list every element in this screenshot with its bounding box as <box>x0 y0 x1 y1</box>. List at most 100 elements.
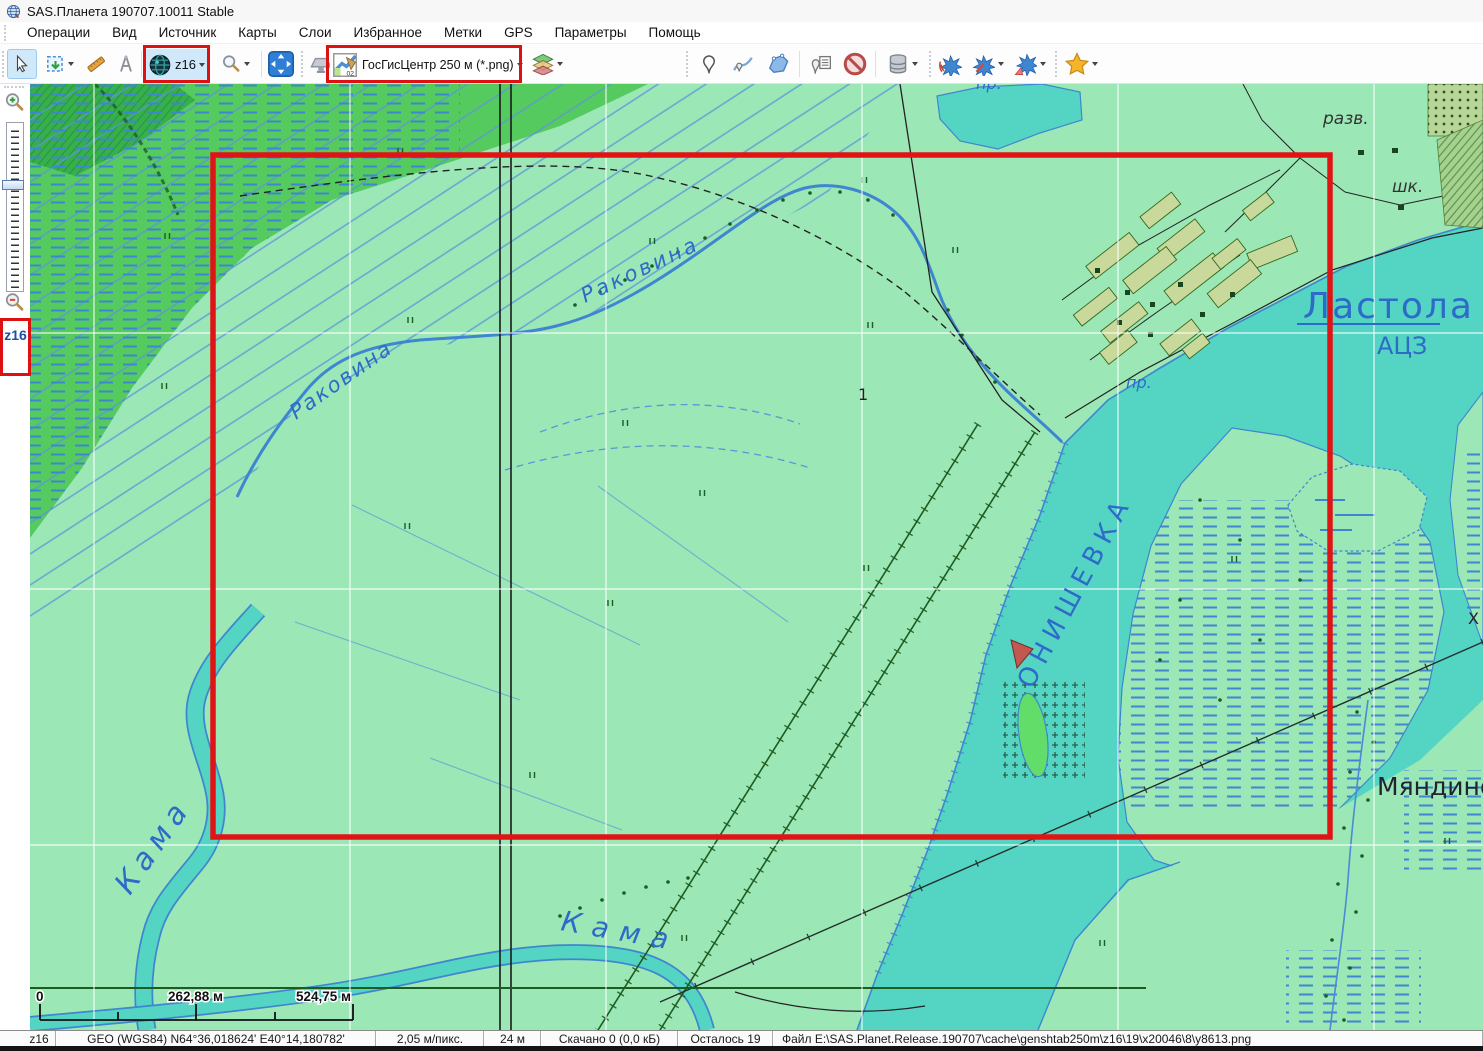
select-region-icon <box>46 55 65 74</box>
fullscreen-button[interactable] <box>266 49 296 79</box>
layers-dropdown-arrow[interactable] <box>557 62 563 66</box>
divider-compass-icon <box>116 54 136 74</box>
status-bar: z16 GEO (WGS84) N64°36,018624' E40°14,18… <box>0 1030 1483 1046</box>
workspace: z16 <box>0 84 1483 1030</box>
add-path-button[interactable] <box>728 49 758 79</box>
toolbar-separator <box>141 51 142 77</box>
gps-record-icon <box>939 53 962 76</box>
menu-grip <box>4 25 12 41</box>
map-view[interactable]: Раковина Раковина Кама Кама ОНИШЕВКА Лас… <box>30 84 1483 1030</box>
window-title: SAS.Планета 190707.10011 Stable <box>27 4 234 19</box>
favorites-star-icon <box>1065 52 1089 76</box>
add-placemark-button[interactable] <box>694 49 724 79</box>
toolbar-separator <box>1055 51 1057 77</box>
toolbar-separator <box>301 51 303 77</box>
toolbar-separator <box>875 51 876 77</box>
map-right-strip-marsh <box>1458 450 1480 610</box>
ruler-icon <box>86 54 106 74</box>
menu-parameters[interactable]: Параметры <box>544 23 638 42</box>
status-file-path: Файл E:\SAS.Planet.Release.190707\cache\… <box>773 1031 1483 1046</box>
label-one: 1 <box>858 385 868 404</box>
gps-track-icon <box>1014 53 1037 76</box>
scale-mid: 262,88 м <box>168 989 223 1004</box>
toolbar-separator <box>261 51 262 77</box>
app-logo-icon <box>6 4 21 19</box>
menu-placemarks[interactable]: Метки <box>433 23 493 42</box>
cache-database-icon <box>887 53 909 75</box>
ruler-button[interactable] <box>82 49 110 79</box>
menu-source[interactable]: Источник <box>148 23 228 42</box>
label-pr-1: пр. <box>976 84 1002 93</box>
map-canvas: Раковина Раковина Кама Кама ОНИШЕВКА Лас… <box>30 84 1483 1030</box>
toolbar-separator <box>929 51 931 77</box>
title-bar: SAS.Планета 190707.10011 Stable <box>0 0 1483 22</box>
select-region-dropdown-arrow[interactable] <box>68 62 74 66</box>
zoom-in-button[interactable] <box>4 92 25 118</box>
polygon-icon <box>767 53 789 75</box>
zoom-slider-handle[interactable] <box>2 180 24 190</box>
gps-connect-dropdown-arrow[interactable] <box>998 62 1004 66</box>
cache-button[interactable] <box>880 49 924 79</box>
annotation-zoom-combo <box>143 45 210 83</box>
placemark-icon <box>699 54 719 74</box>
gps-track-button[interactable] <box>1010 49 1050 79</box>
label-shk: шк. <box>1392 177 1423 197</box>
scale-start: 0 <box>36 989 44 1004</box>
menu-gps[interactable]: GPS <box>493 23 544 42</box>
label-pr-2: пр. <box>1126 373 1152 392</box>
zoom-slider[interactable] <box>6 122 24 292</box>
status-downloaded: Скачано 0 (0,0 кБ) <box>541 1031 678 1046</box>
cache-dropdown-arrow[interactable] <box>912 62 918 66</box>
gps-track-dropdown-arrow[interactable] <box>1040 62 1046 66</box>
hide-marks-button[interactable] <box>839 49 871 79</box>
label-myandino: Мяндино <box>1377 772 1483 801</box>
placemark-list-icon <box>810 54 831 75</box>
sas-planet-window: SAS.Планета 190707.10011 Stable Операции… <box>0 0 1483 1051</box>
menu-operations[interactable]: Операции <box>16 23 101 42</box>
scale-end: 524,75 м <box>296 989 351 1004</box>
placemark-manager-button[interactable] <box>804 49 836 79</box>
measure-button[interactable] <box>112 49 140 79</box>
zoom-level-label: z16 <box>0 318 31 376</box>
menu-favorites[interactable]: Избранное <box>343 23 433 42</box>
status-resolution: 2,05 м/пикс. <box>376 1031 484 1046</box>
toolbar-separator <box>686 51 688 77</box>
status-spacer <box>0 1031 22 1046</box>
status-elevation: 24 м <box>484 1031 541 1046</box>
annotation-map-source-combo <box>326 45 522 83</box>
main-toolbar: z16 02 ГосГисЦентр 250 м (*.png) <box>0 44 1483 84</box>
zoom-in-icon <box>4 92 25 113</box>
fullscreen-icon <box>268 51 294 77</box>
zoom-out-button[interactable] <box>4 292 25 318</box>
menu-help[interactable]: Помощь <box>638 23 712 42</box>
cursor-icon <box>13 55 31 73</box>
layers-button[interactable] <box>527 49 567 79</box>
favorites-dropdown-arrow[interactable] <box>1092 62 1098 66</box>
zoom-out-icon <box>4 292 25 313</box>
menu-maps[interactable]: Карты <box>227 23 287 42</box>
status-zoom: z16 <box>22 1031 56 1046</box>
label-razv: разв. <box>1322 109 1369 129</box>
label-x: Х <box>1468 609 1479 628</box>
zoom-sidebar: z16 <box>0 84 30 1030</box>
status-coordinates: GEO (WGS84) N64°36,018624' E40°14,180782… <box>56 1031 376 1046</box>
select-region-button[interactable] <box>41 49 79 79</box>
menu-bar: Операции Вид Источник Карты Слои Избранн… <box>0 22 1483 44</box>
window-bottom-edge <box>0 1046 1483 1051</box>
add-polygon-button[interactable] <box>762 49 794 79</box>
status-remaining: Осталось 19 <box>678 1031 773 1046</box>
gps-connect-button[interactable] <box>968 49 1008 79</box>
label-acz: АЦЗ <box>1377 332 1427 360</box>
toolbar-separator <box>799 51 800 77</box>
map-se-marsh-2 <box>1286 950 1421 1028</box>
search-dropdown-arrow[interactable] <box>244 62 250 66</box>
favorites-button[interactable] <box>1060 49 1102 79</box>
menu-layers[interactable]: Слои <box>288 23 343 42</box>
layers-icon <box>532 53 554 75</box>
search-button[interactable] <box>214 49 256 79</box>
path-icon <box>733 54 753 74</box>
menu-view[interactable]: Вид <box>101 23 147 42</box>
gps-record-button[interactable] <box>934 49 966 79</box>
search-icon <box>221 54 241 74</box>
cursor-tool-button[interactable] <box>7 49 37 79</box>
